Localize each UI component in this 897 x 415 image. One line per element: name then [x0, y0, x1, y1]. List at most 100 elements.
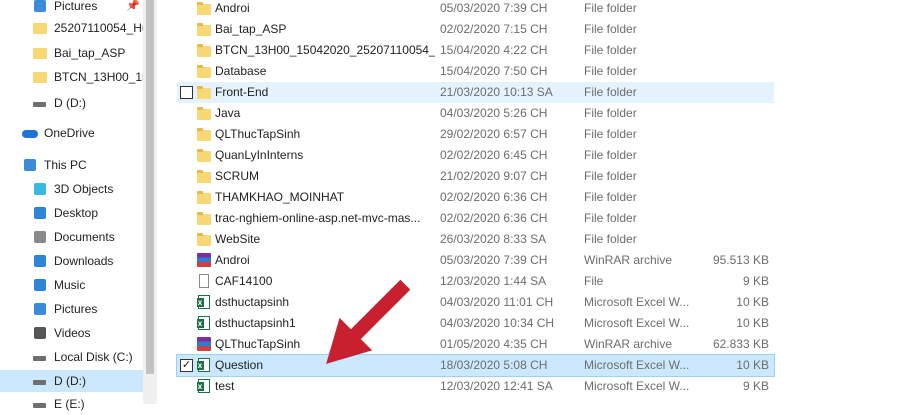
file-row[interactable]: WebSite 26/03/2020 8:33 SA File folder	[177, 229, 774, 250]
sidebar-item-videos[interactable]: Videos	[0, 322, 143, 344]
folder-icon	[197, 1, 211, 15]
folder-icon	[197, 43, 211, 57]
file-date-modified: 29/02/2020 6:57 CH	[440, 127, 548, 141]
file-row[interactable]: trac-nghiem-online-asp.net-mvc-mas... 02/…	[177, 208, 774, 229]
file-name: Database	[215, 64, 267, 78]
file-size	[697, 40, 769, 61]
file-row[interactable]: THAMKHAO_MOINHAT 02/02/2020 6:36 CH File f…	[177, 187, 774, 208]
file-name: Androi	[215, 253, 250, 267]
sidebar-item-documents[interactable]: Documents	[0, 226, 143, 248]
local-disk-icon	[32, 349, 48, 365]
file-row[interactable]: test 12/03/2020 12:41 SA Microsoft Excel W…	[177, 376, 774, 397]
excel-icon	[197, 316, 211, 330]
sidebar-item-label: Documents	[54, 230, 115, 244]
file-size	[697, 208, 769, 229]
file-row[interactable]: SCRUM 21/02/2020 9:07 CH File folder	[177, 166, 774, 187]
file-type: Microsoft Excel W...	[584, 358, 690, 372]
sidebar-item-e-e[interactable]: E (E:)	[0, 393, 143, 415]
file-name: Androi	[215, 1, 250, 15]
folder-icon	[197, 106, 211, 120]
desktop-icon	[32, 205, 48, 221]
sidebar-item-label: Music	[54, 278, 86, 292]
sidebar-item-label: Bai_tap_ASP	[54, 46, 126, 60]
this-pc-icon	[22, 157, 38, 173]
sidebar-item-btcn-13h00-150[interactable]: BTCN_13H00_150	[0, 66, 143, 88]
file-row[interactable]: BTCN_13H00_15042020_25207110054_... 15/04…	[177, 40, 774, 61]
pin-icon: 📌	[126, 0, 140, 12]
navigation-scrollbar[interactable]	[143, 0, 157, 404]
file-date-modified: 04/03/2020 10:34 CH	[440, 316, 555, 330]
file-date-modified: 02/02/2020 6:36 CH	[440, 190, 548, 204]
folder-icon	[197, 148, 211, 162]
sidebar-item-label: This PC	[44, 158, 87, 172]
file-row[interactable]: Androi 05/03/2020 7:39 CH File folder	[177, 0, 774, 19]
row-checkbox[interactable]	[180, 86, 193, 99]
file-name: QLThucTapSinh	[215, 127, 301, 141]
file-type: File folder	[584, 169, 637, 183]
file-size: 95.513 KB	[712, 253, 769, 267]
file-type: WinRAR archive	[584, 253, 673, 267]
file-type: WinRAR archive	[584, 337, 673, 351]
file-date-modified: 05/03/2020 7:39 CH	[440, 253, 548, 267]
file-size	[697, 103, 769, 124]
excel-icon	[197, 358, 211, 372]
file-type: Microsoft Excel W...	[584, 379, 690, 393]
file-row[interactable]: Androi 05/03/2020 7:39 CH WinRAR archive 95…	[177, 250, 774, 271]
file-size: 9 KB	[742, 274, 769, 288]
drive-icon	[32, 95, 48, 111]
sidebar-item-local-disk-c[interactable]: Local Disk (C:)	[0, 346, 143, 368]
drive-icon	[32, 373, 48, 389]
file-row[interactable]: QuanLyInInterns 02/02/2020 6:45 CH File fo…	[177, 145, 774, 166]
sidebar-item-music[interactable]: Music	[0, 274, 143, 296]
file-row[interactable]: Front-End 21/03/2020 10:13 SA File folder	[177, 82, 774, 103]
file-date-modified: 02/02/2020 6:45 CH	[440, 148, 548, 162]
file-row[interactable]: CAF14100 12/03/2020 1:44 SA File 9 KB	[177, 271, 774, 292]
file-row[interactable]: Java 04/03/2020 5:26 CH File folder	[177, 103, 774, 124]
folder-icon	[197, 169, 211, 183]
file-size	[697, 187, 769, 208]
file-row[interactable]: ✓ Question 18/03/2020 5:08 CH Microsoft Exc…	[176, 354, 775, 377]
sidebar-item-d-d[interactable]: D (D:)	[0, 370, 143, 392]
music-icon	[32, 277, 48, 293]
sidebar-item-downloads[interactable]: Downloads	[0, 250, 143, 272]
sidebar-item-label: Downloads	[54, 254, 114, 268]
file-row[interactable]: dsthuctapsinh1 04/03/2020 10:34 CH Microso…	[177, 313, 774, 334]
sidebar-item-pictures[interactable]: Pictures	[0, 298, 143, 320]
folder-icon	[32, 20, 48, 36]
sidebar-item-label: Desktop	[54, 206, 99, 220]
file-size	[697, 61, 769, 82]
sidebar-item-desktop[interactable]: Desktop	[0, 202, 143, 224]
sidebar-item-3d-objects[interactable]: 3D Objects	[0, 178, 143, 200]
sidebar-item-bai-tap-asp[interactable]: Bai_tap_ASP	[0, 42, 143, 64]
sidebar-item-pictures[interactable]: Pictures 📌	[0, 0, 143, 17]
file-size	[697, 0, 769, 19]
downloads-icon	[32, 253, 48, 269]
folder-icon	[197, 127, 211, 141]
file-name: BTCN_13H00_15042020_25207110054_...	[215, 43, 435, 57]
file-size	[697, 124, 769, 145]
file-row[interactable]: QLThucTapSinh 01/05/2020 4:35 CH WinRAR ar…	[177, 334, 774, 355]
sidebar-item-label: BTCN_13H00_150	[54, 70, 143, 84]
file-name: QLThucTapSinh	[215, 337, 301, 351]
file-size: 10 KB	[736, 295, 769, 309]
pictures-icon	[32, 0, 48, 14]
sidebar-item-this-pc[interactable]: This PC	[0, 154, 143, 176]
file-type: File folder	[584, 85, 637, 99]
file-date-modified: 21/03/2020 10:13 SA	[440, 85, 553, 99]
file-row[interactable]: dsthuctapsinh 04/03/2020 11:01 CH Microsof…	[177, 292, 774, 313]
file-name: Java	[215, 106, 241, 120]
file-size	[697, 229, 769, 250]
file-size	[697, 145, 769, 166]
scrollbar-thumb[interactable]	[146, 0, 154, 374]
file-name: dsthuctapsinh1	[215, 316, 296, 330]
file-row[interactable]: QLThucTapSinh 29/02/2020 6:57 CH File fold…	[177, 124, 774, 145]
sidebar-item-d-d[interactable]: D (D:)	[0, 92, 143, 114]
sidebar-item-25207110054-hu[interactable]: 25207110054_Hu	[0, 17, 143, 39]
file-row[interactable]: Database 15/04/2020 7:50 CH File folder	[177, 61, 774, 82]
file-date-modified: 04/03/2020 11:01 CH	[440, 295, 554, 309]
row-checkbox[interactable]: ✓	[180, 359, 193, 372]
videos-icon	[32, 325, 48, 341]
file-row[interactable]: Bai_tap_ASP 02/02/2020 7:15 CH File folder	[177, 19, 774, 40]
sidebar-item-onedrive[interactable]: OneDrive	[0, 122, 143, 144]
winrar-icon	[197, 337, 211, 351]
